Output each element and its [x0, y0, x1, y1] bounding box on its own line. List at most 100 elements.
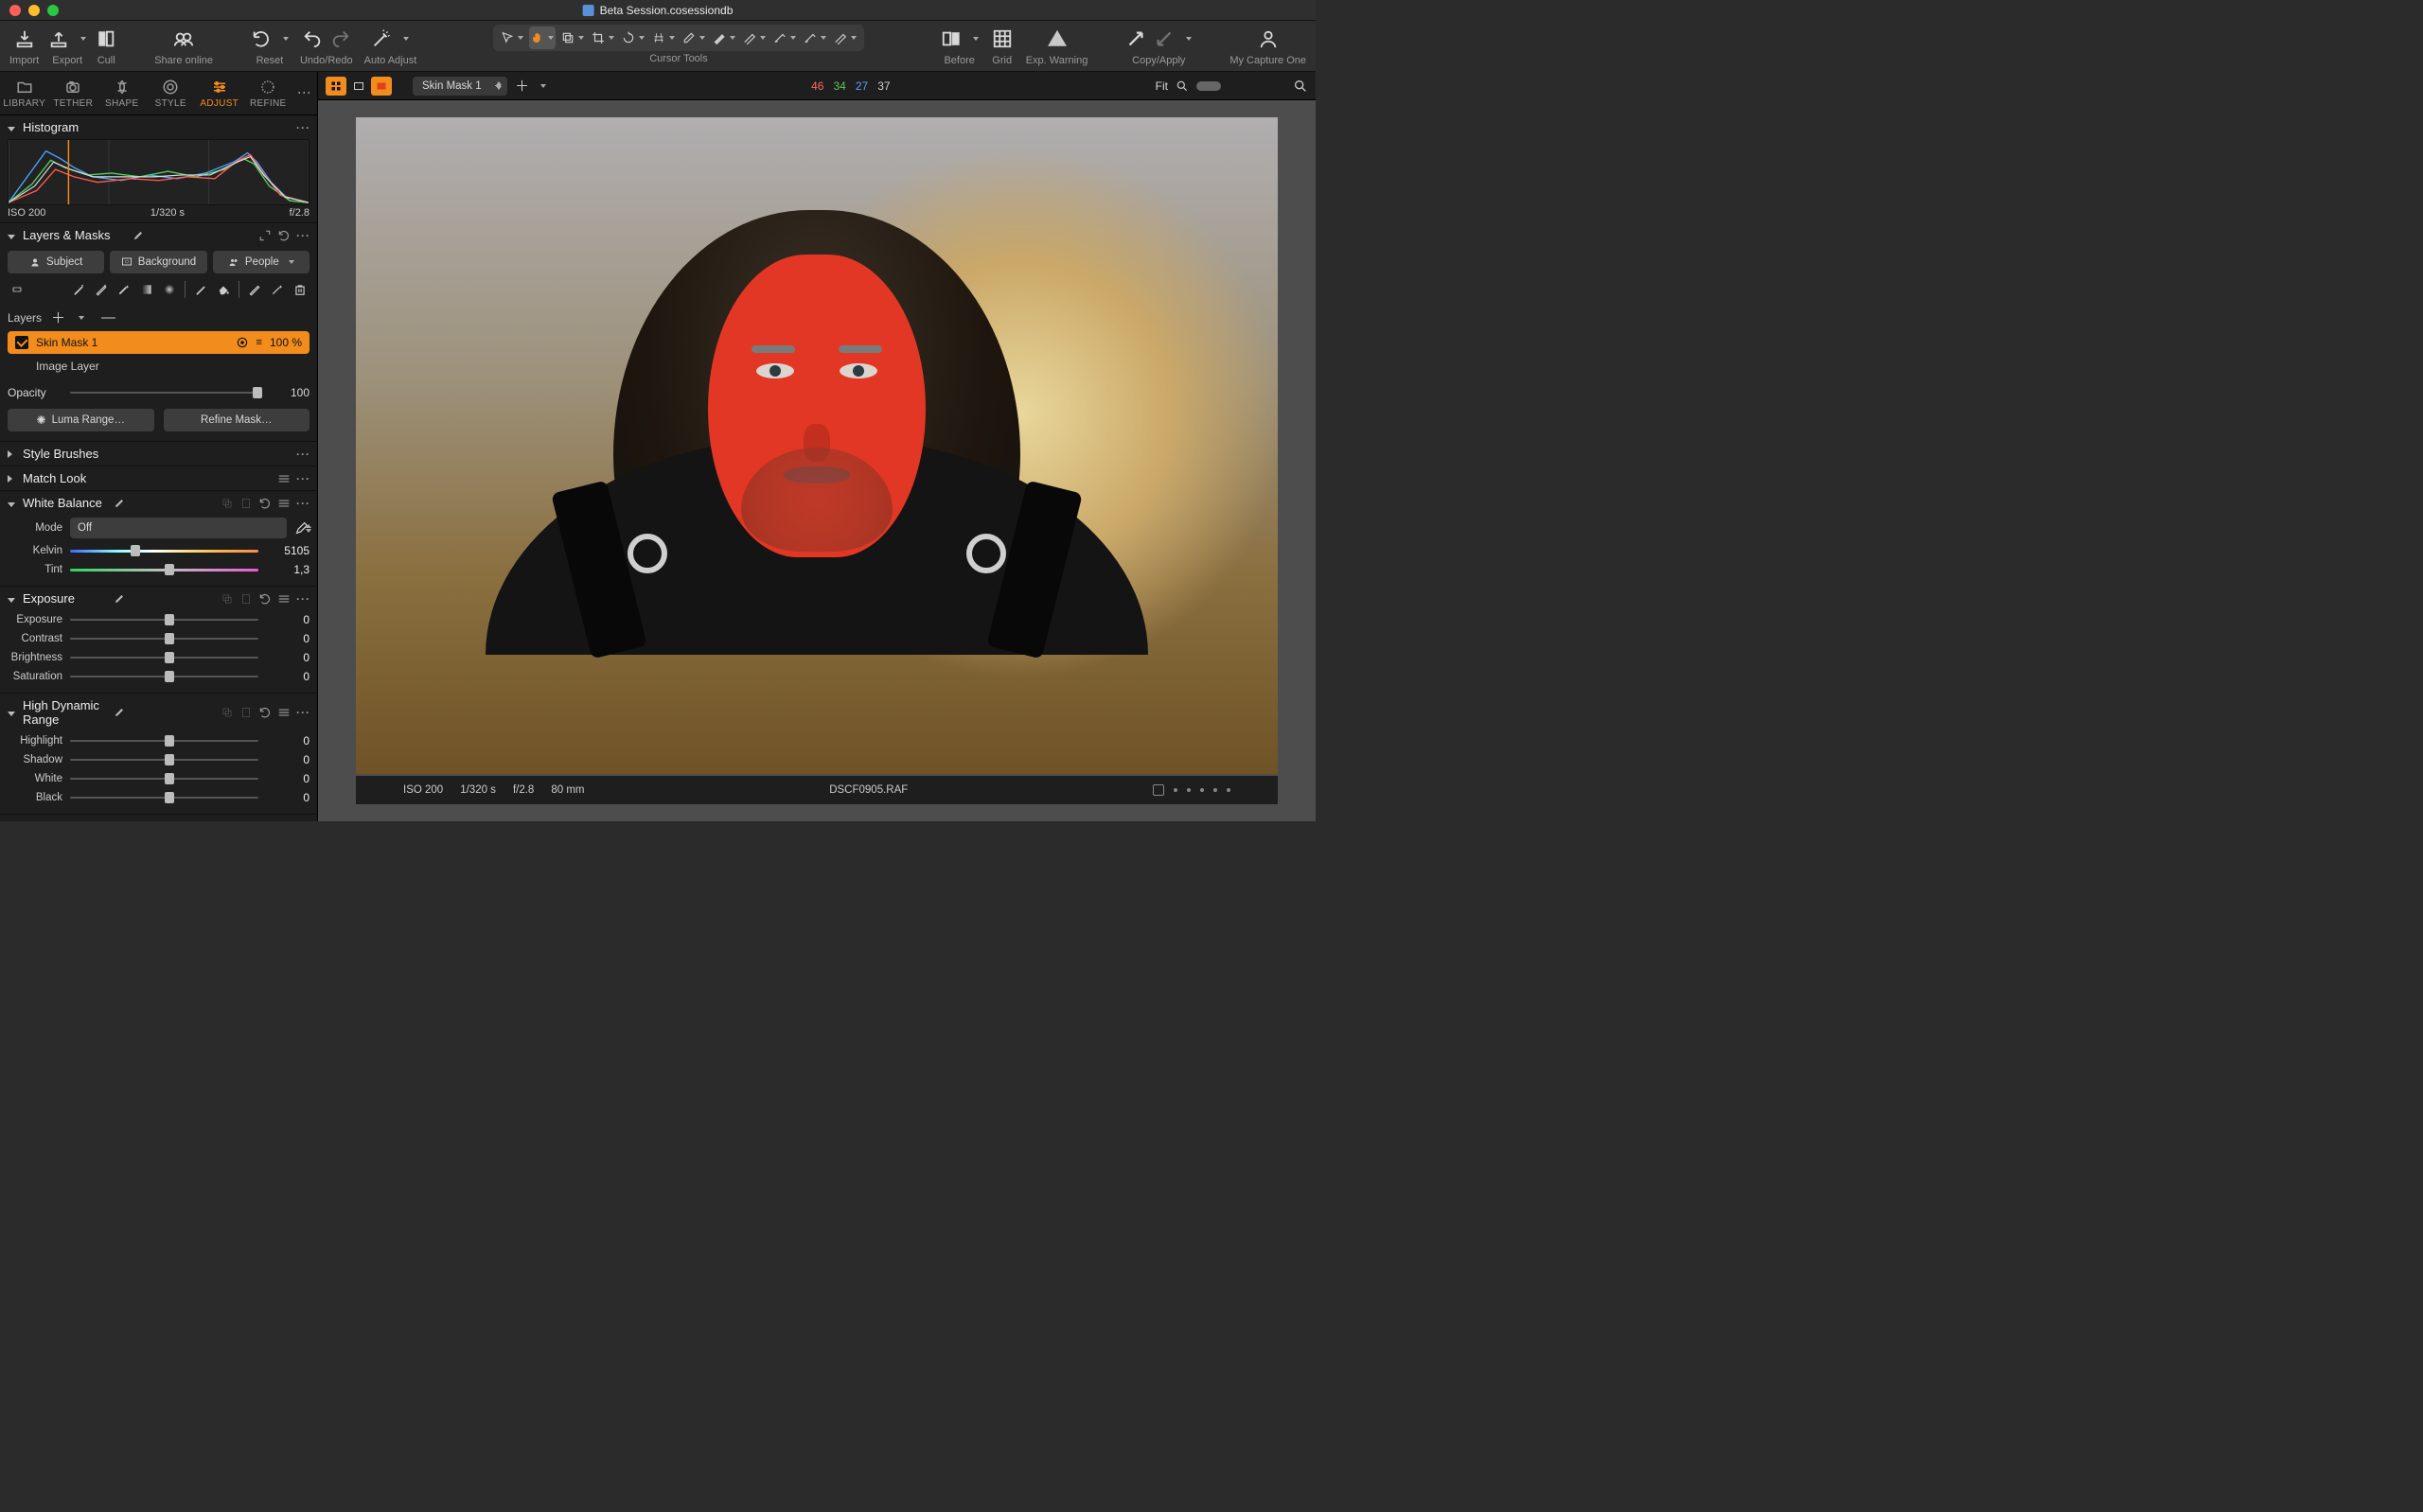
view-mode-grid[interactable] [326, 77, 346, 96]
radial-gradient-tool[interactable] [160, 280, 179, 299]
wb-kelvin-slider[interactable] [70, 550, 258, 553]
pointer-tool[interactable] [499, 26, 525, 49]
remove-layer-button[interactable]: — [101, 309, 115, 325]
close-window[interactable] [9, 5, 21, 16]
copy-icon[interactable] [221, 497, 234, 510]
rotate-tool[interactable] [620, 26, 646, 49]
ai-brush-tool[interactable] [115, 280, 133, 299]
histogram-header[interactable]: Histogram ··· [0, 115, 317, 139]
rating-dots[interactable] [1153, 784, 1230, 796]
loupe-tool[interactable] [559, 26, 586, 49]
tooltab-refine[interactable]: REFINE [244, 72, 293, 114]
more-icon[interactable]: ··· [296, 592, 310, 606]
exposure-slider[interactable] [70, 619, 258, 621]
undo-icon[interactable] [302, 28, 323, 49]
paste-icon[interactable] [239, 497, 253, 510]
tooltab-adjust[interactable]: ADJUST [195, 72, 244, 114]
reset-tool[interactable]: Reset [251, 25, 289, 66]
eraser-tool[interactable] [245, 280, 264, 299]
white-balance-header[interactable]: White Balance ··· [0, 491, 317, 515]
saturation-slider[interactable] [70, 676, 258, 677]
mask-subject-button[interactable]: Subject [8, 251, 104, 273]
view-mode-mask[interactable] [371, 77, 392, 96]
gradient-mask-tool[interactable] [771, 26, 798, 49]
redo-icon[interactable] [330, 28, 351, 49]
style-brushes-header[interactable]: Style Brushes ··· [0, 442, 317, 466]
fill-tool[interactable] [214, 280, 233, 299]
search-icon[interactable] [1176, 79, 1189, 93]
magic-erase-tool[interactable] [92, 280, 111, 299]
tooltab-library[interactable]: LIBRARY [0, 72, 49, 114]
preset-icon[interactable] [277, 497, 291, 510]
undo-redo-tool[interactable]: Undo/Redo [300, 25, 353, 66]
more-icon[interactable]: ··· [296, 706, 310, 719]
layer-item-image[interactable]: Image Layer [8, 356, 310, 377]
viewer-canvas[interactable]: ISO 200 1/320 s f/2.8 80 mm DSCF0905.RAF [318, 100, 1316, 821]
match-look-header[interactable]: Match Look ··· [0, 466, 317, 490]
copy-icon[interactable] [1125, 28, 1146, 49]
layers-masks-header[interactable]: Layers & Masks ··· [0, 223, 317, 247]
exposure-value[interactable]: 0 [266, 613, 310, 626]
mask-background-button[interactable]: Background [110, 251, 206, 273]
white-slider[interactable] [70, 778, 258, 780]
hand-tool[interactable] [529, 26, 556, 49]
more-icon[interactable]: ··· [296, 448, 310, 461]
more-icon[interactable]: ··· [296, 121, 310, 134]
expand-icon[interactable] [258, 229, 272, 242]
grid-tool[interactable]: Grid [992, 25, 1013, 66]
layer-item-active[interactable]: Skin Mask 1 ≡ 100 % [8, 331, 310, 354]
opacity-value[interactable]: 100 [272, 386, 310, 399]
share-online-tool[interactable]: Share online [154, 25, 213, 66]
zoom-slider[interactable] [1196, 81, 1221, 91]
view-mode-single[interactable] [348, 77, 369, 96]
opacity-slider[interactable] [70, 392, 262, 394]
mask-layer-select[interactable]: Skin Mask 1 [413, 77, 507, 96]
reset-icon[interactable] [258, 497, 272, 510]
draw-mask-tool[interactable] [711, 26, 737, 49]
layer-visible-checkbox[interactable] [15, 336, 28, 349]
export-tool[interactable]: Export [48, 25, 86, 66]
levels-header[interactable]: Levels [0, 815, 317, 821]
brightness-value[interactable]: 0 [266, 651, 310, 664]
mask-invert-tool[interactable] [8, 280, 27, 299]
heal-tool[interactable] [681, 26, 707, 49]
wb-tint-value[interactable]: 1,3 [266, 563, 310, 576]
brightness-slider[interactable] [70, 657, 258, 659]
magic-brush-tool[interactable] [69, 280, 88, 299]
preset-icon[interactable] [277, 706, 291, 719]
black-value[interactable]: 0 [266, 791, 310, 804]
cull-tool[interactable]: Cull [96, 25, 116, 66]
copy-icon[interactable] [221, 592, 234, 606]
crop-tool[interactable] [590, 26, 616, 49]
copy-apply-tool[interactable]: Copy/Apply [1125, 25, 1192, 66]
style-brush-tool[interactable] [832, 26, 858, 49]
import-tool[interactable]: Import [9, 25, 39, 66]
paste-icon[interactable] [239, 706, 253, 719]
saturation-value[interactable]: 0 [266, 670, 310, 683]
search-icon[interactable] [1293, 79, 1308, 94]
exposure-header[interactable]: Exposure ··· [0, 587, 317, 610]
copy-icon[interactable] [221, 706, 234, 719]
hdr-header[interactable]: High Dynamic Range ··· [0, 694, 317, 731]
refine-mask-button[interactable]: Refine Mask… [164, 409, 310, 431]
preset-icon[interactable] [277, 592, 291, 606]
add-layer-button[interactable]: ＋ [51, 308, 65, 327]
more-icon[interactable]: ··· [296, 472, 310, 485]
exp-warning-tool[interactable]: ! Exp. Warning [1026, 25, 1088, 66]
brush-tool[interactable] [191, 280, 210, 299]
more-icon[interactable]: ··· [296, 229, 310, 242]
tooltab-shape[interactable]: SHAPE [97, 72, 147, 114]
add-layer-from-viewer[interactable]: ＋ [515, 76, 529, 96]
my-capture-one-tool[interactable]: My Capture One [1229, 25, 1306, 66]
erase-mask-tool[interactable] [741, 26, 768, 49]
maximize-window[interactable] [47, 5, 59, 16]
tooltab-tether[interactable]: TETHER [49, 72, 98, 114]
zoom-fit-label[interactable]: Fit [1156, 79, 1168, 93]
erase-sparkle-tool[interactable] [268, 280, 287, 299]
linear-gradient-tool[interactable] [137, 280, 156, 299]
reset-icon[interactable] [258, 592, 272, 606]
paste-icon[interactable] [239, 592, 253, 606]
keystone-tool[interactable] [650, 26, 677, 49]
highlight-slider[interactable] [70, 740, 258, 742]
contrast-slider[interactable] [70, 638, 258, 640]
